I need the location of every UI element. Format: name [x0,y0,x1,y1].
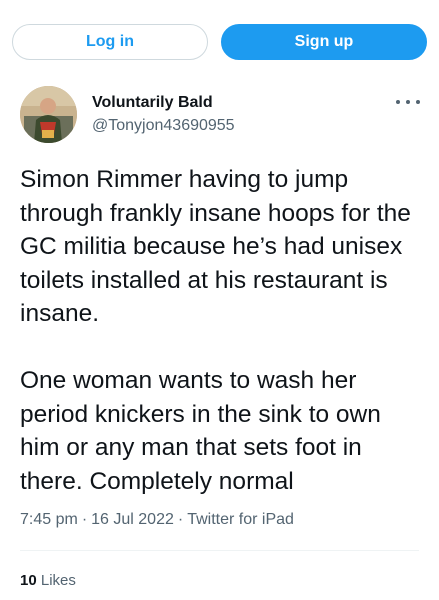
tweet-metadata: 7:45 pm · 16 Jul 2022 · Twitter for iPad [20,511,294,529]
tweet-time[interactable]: 7:45 pm [20,511,78,528]
tweet-header: Voluntarily Bald @Tonyjon43690955 [20,86,420,144]
tweet-date[interactable]: 16 Jul 2022 [91,511,174,528]
display-name[interactable]: Voluntarily Bald [92,94,213,112]
login-button[interactable]: Log in [12,24,208,60]
meta-separator: · [81,511,88,528]
avatar[interactable] [20,86,77,143]
dot [396,100,400,104]
likes-label: Likes [40,572,76,589]
dot [406,100,410,104]
username[interactable]: @Tonyjon43690955 [92,117,235,135]
tweet-text: Simon Rimmer having to jump through fran… [20,166,411,495]
signup-button[interactable]: Sign up [221,24,427,60]
meta-separator: · [177,511,184,528]
auth-bar: Log in Sign up [12,24,427,62]
avatar-image [20,86,77,143]
dot [416,100,420,104]
divider [20,550,419,551]
likes-link[interactable]: 10 Likes [20,572,76,589]
more-horizontal-icon[interactable] [396,92,420,112]
likes-count: 10 [20,572,37,589]
tweet-source[interactable]: Twitter for iPad [187,511,294,528]
